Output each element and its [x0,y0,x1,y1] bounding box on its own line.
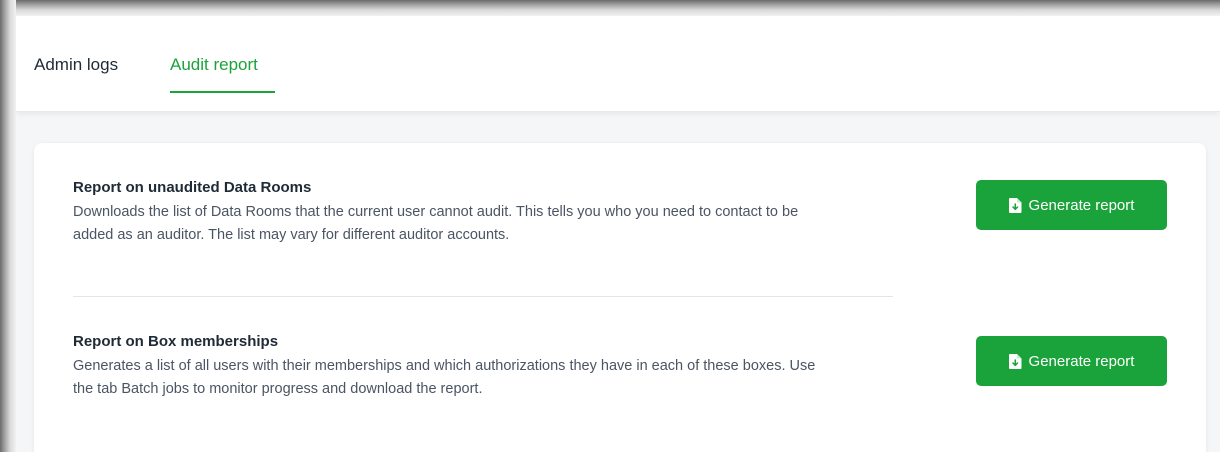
active-tab-indicator [170,91,275,93]
audit-report-card: Report on unaudited Data Rooms Downloads… [34,143,1206,452]
section-divider [73,296,893,297]
generate-report-button-unaudited[interactable]: Generate report [976,180,1167,230]
report-box-memberships: Report on Box memberships Generates a li… [73,332,833,401]
file-download-icon [1008,197,1022,213]
report-title: Report on unaudited Data Rooms [73,179,312,196]
app-frame: Admin logs Audit report Report on unaudi… [0,0,1220,452]
tab-admin-logs[interactable]: Admin logs [34,54,118,76]
report-title: Report on Box memberships [73,333,279,350]
generate-report-label: Generate report [1028,196,1135,214]
tab-audit-report[interactable]: Audit report [170,54,258,76]
report-description: Generates a list of all users with their… [73,358,816,397]
tab-bar: Admin logs Audit report [16,16,1220,112]
file-download-icon [1008,353,1022,369]
report-unaudited-data-rooms: Report on unaudited Data Rooms Downloads… [73,178,833,247]
generate-report-label: Generate report [1028,352,1135,370]
generate-report-button-box-memberships[interactable]: Generate report [976,336,1167,386]
report-description: Downloads the list of Data Rooms that th… [73,204,799,243]
window-shadow-top [0,0,1220,16]
window-shadow-left [0,0,16,452]
